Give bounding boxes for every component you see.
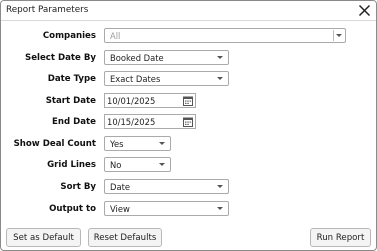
- reset-defaults-button[interactable]: Reset Defaults: [88, 228, 162, 247]
- report-parameters-dialog: Report Parameters Companies All Select D…: [0, 0, 377, 251]
- sort-by-value: Date: [110, 182, 131, 192]
- chevron-down-icon: [217, 77, 223, 80]
- start-date-value: 10/01/2025: [107, 96, 156, 106]
- end-date-value: 10/15/2025: [107, 117, 156, 127]
- run-report-button[interactable]: Run Report: [310, 228, 371, 247]
- companies-divider: [333, 30, 334, 41]
- companies-label: Companies: [42, 31, 96, 41]
- set-as-default-label: Set as Default: [13, 232, 74, 243]
- end-date-label: End Date: [51, 117, 96, 127]
- start-date-label: Start Date: [45, 96, 96, 106]
- show-deal-count-value: Yes: [110, 139, 124, 149]
- date-type-value: Exact Dates: [110, 74, 161, 84]
- close-icon[interactable]: [357, 3, 372, 18]
- chevron-down-icon: [159, 142, 165, 145]
- start-date-input[interactable]: 10/01/2025: [104, 93, 196, 108]
- end-date-input[interactable]: 10/15/2025: [104, 114, 196, 129]
- calendar-icon[interactable]: [183, 96, 193, 106]
- chevron-down-icon: [217, 207, 223, 210]
- select-date-by-label: Select Date By: [25, 53, 96, 63]
- dialog-titlebar: Report Parameters: [1, 1, 376, 21]
- select-date-by-value: Booked Date: [110, 53, 164, 63]
- dialog-title: Report Parameters: [6, 5, 89, 15]
- companies-select[interactable]: All: [104, 28, 346, 43]
- output-to-value: View: [110, 204, 130, 214]
- date-type-select[interactable]: Exact Dates: [104, 71, 229, 86]
- grid-lines-value: No: [110, 160, 122, 170]
- sort-by-label: Sort By: [60, 182, 96, 192]
- show-deal-count-label: Show Deal Count: [13, 139, 96, 149]
- set-as-default-button[interactable]: Set as Default: [6, 228, 81, 247]
- select-date-by-select[interactable]: Booked Date: [104, 50, 229, 65]
- run-report-label: Run Report: [316, 232, 365, 243]
- calendar-icon[interactable]: [183, 117, 193, 127]
- chevron-down-icon: [217, 185, 223, 188]
- chevron-down-icon: [336, 34, 342, 37]
- output-to-label: Output to: [49, 204, 96, 214]
- companies-value: All: [110, 31, 121, 41]
- output-to-select[interactable]: View: [104, 201, 229, 216]
- date-type-label: Date Type: [47, 74, 96, 84]
- sort-by-select[interactable]: Date: [104, 179, 229, 194]
- grid-lines-label: Grid Lines: [47, 160, 96, 170]
- show-deal-count-select[interactable]: Yes: [104, 136, 171, 151]
- reset-defaults-label: Reset Defaults: [93, 232, 157, 243]
- grid-lines-select[interactable]: No: [104, 157, 171, 172]
- chevron-down-icon: [217, 56, 223, 59]
- chevron-down-icon: [159, 163, 165, 166]
